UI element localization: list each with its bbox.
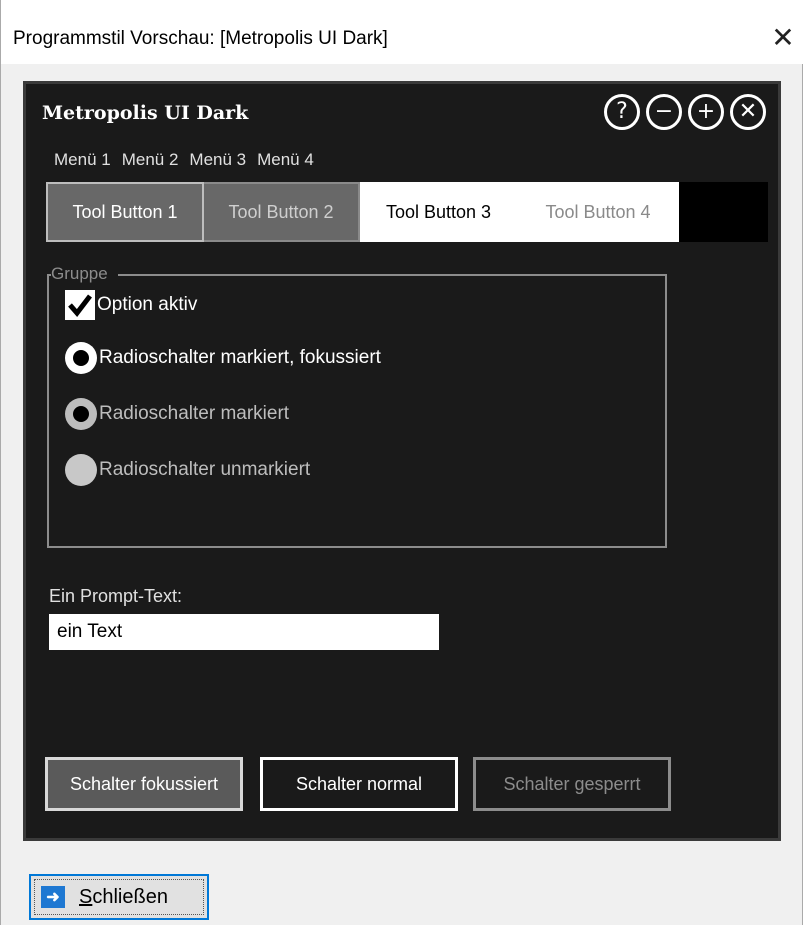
option-group: Gruppe Option aktiv Radioschalter markie…: [47, 264, 667, 548]
preview-app-title: Metropolis UI Dark: [42, 102, 249, 124]
arrow-right-icon: ➜: [41, 886, 65, 908]
menu-item-4[interactable]: Menü 4: [257, 150, 314, 170]
checkbox-label: Option aktiv: [97, 294, 198, 315]
prompt-label: Ein Prompt-Text:: [49, 586, 183, 606]
checkbox-checked-icon[interactable]: [65, 290, 95, 320]
window-title: Programmstil Vorschau: [Metropolis UI Da…: [13, 28, 388, 49]
close-button-label: Schließen: [79, 885, 168, 908]
close-button[interactable]: ➜ Schließen: [29, 874, 209, 920]
tool-button-1[interactable]: Tool Button 1: [46, 182, 204, 242]
radio-checked-label: Radioschalter markiert: [99, 403, 290, 424]
radio-unchecked[interactable]: Radioschalter unmarkiert: [65, 454, 310, 486]
radio-checked-icon[interactable]: [65, 342, 97, 374]
radio-unchecked-icon[interactable]: [65, 454, 97, 486]
radio-checked[interactable]: Radioschalter markiert: [65, 398, 289, 430]
menu-item-1[interactable]: Menü 1: [54, 150, 111, 170]
group-legend: Gruppe: [51, 264, 118, 284]
focused-button[interactable]: Schalter fokussiert: [45, 757, 243, 811]
tool-button-2[interactable]: Tool Button 2: [204, 182, 360, 242]
menu-item-2[interactable]: Menü 2: [122, 150, 179, 170]
option-checkbox[interactable]: Option aktiv: [65, 290, 197, 320]
radio-unchecked-label: Radioschalter unmarkiert: [99, 459, 311, 480]
minimize-icon[interactable]: −: [646, 94, 682, 130]
window-close-icon[interactable]: ✕: [768, 24, 798, 54]
disabled-button: Schalter gesperrt: [473, 757, 671, 811]
preview-dialog: Programmstil Vorschau: [Metropolis UI Da…: [0, 0, 803, 925]
window-controls: ? − + ✕: [604, 94, 766, 130]
radio-focused[interactable]: Radioschalter markiert, fokussiert: [65, 342, 381, 374]
menu-bar: Menü 1 Menü 2 Menü 3 Menü 4: [54, 150, 314, 170]
radio-checked-icon[interactable]: [65, 398, 97, 430]
style-preview-panel: Metropolis UI Dark ? − + ✕ Menü 1 Menü 2…: [23, 81, 781, 841]
title-bar: Programmstil Vorschau: [Metropolis UI Da…: [1, 0, 803, 64]
tool-button-4[interactable]: Tool Button 4: [517, 182, 679, 242]
prompt-text-input[interactable]: [49, 614, 439, 650]
normal-button[interactable]: Schalter normal: [260, 757, 458, 811]
tool-button-3[interactable]: Tool Button 3: [360, 182, 517, 242]
close-icon[interactable]: ✕: [730, 94, 766, 130]
toolbar: Tool Button 1 Tool Button 2 Tool Button …: [46, 182, 768, 242]
menu-item-3[interactable]: Menü 3: [189, 150, 246, 170]
help-icon[interactable]: ?: [604, 94, 640, 130]
maximize-icon[interactable]: +: [688, 94, 724, 130]
radio-focused-label: Radioschalter markiert, fokussiert: [99, 347, 381, 368]
